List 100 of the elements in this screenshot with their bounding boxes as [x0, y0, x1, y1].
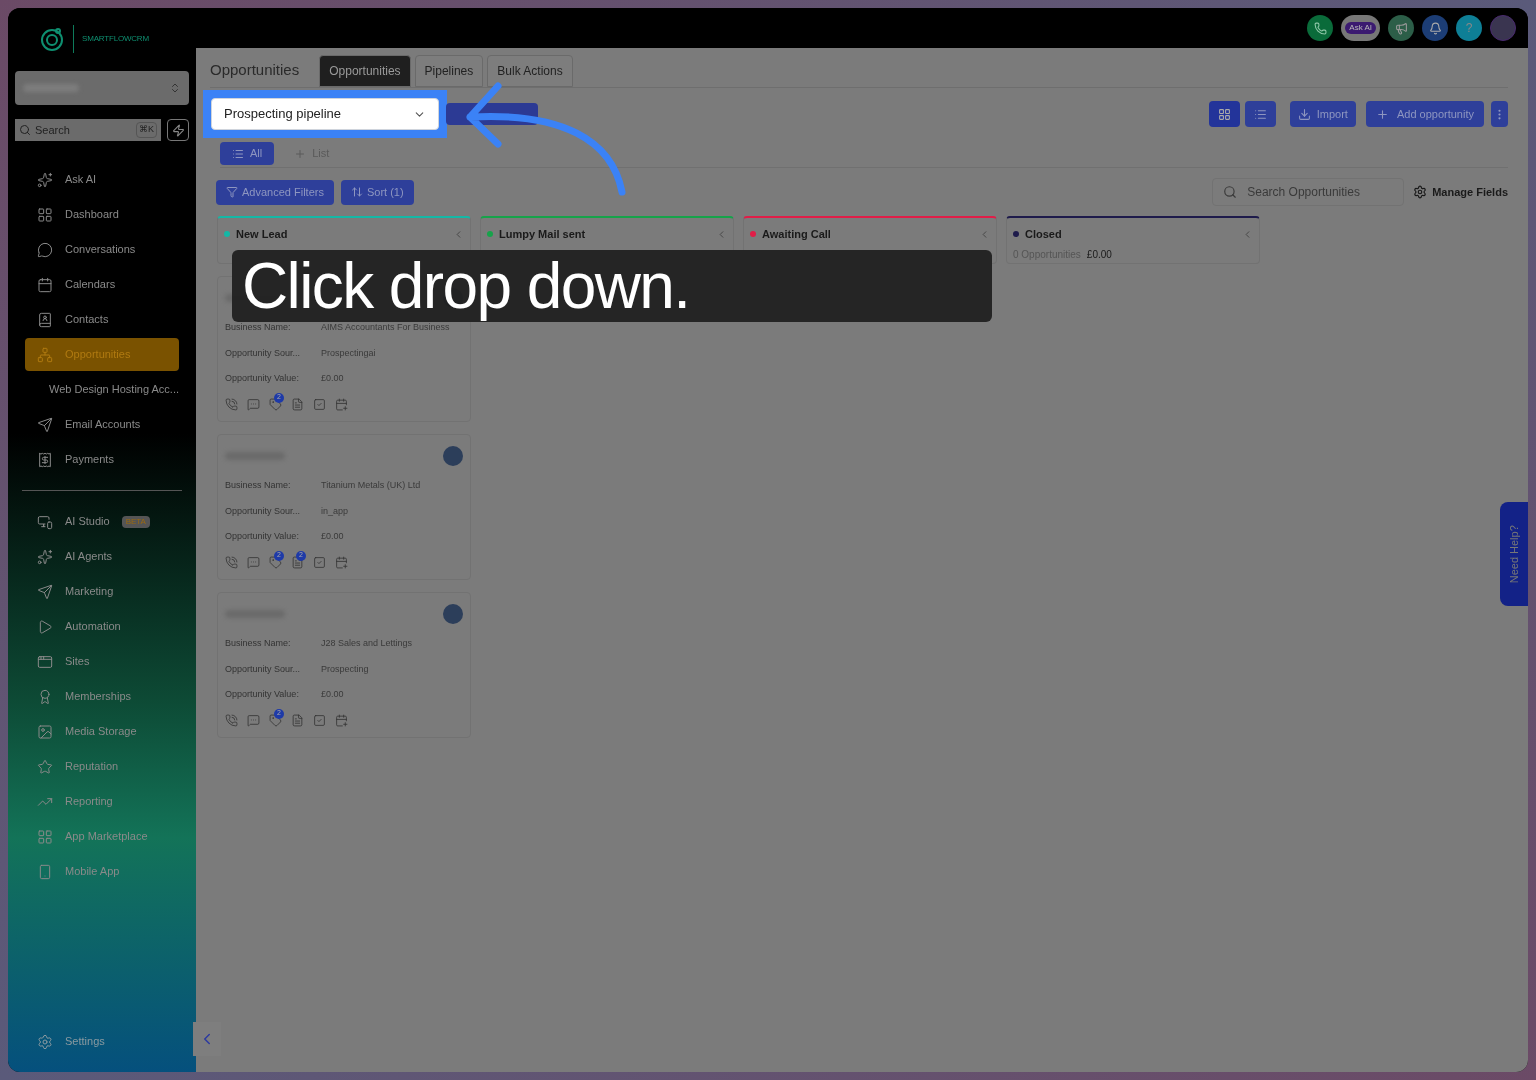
document-icon[interactable] [291, 397, 304, 411]
nav-item[interactable]: AI Agents [25, 540, 179, 573]
settings-icon [37, 1033, 53, 1050]
column-title: Closed [1025, 227, 1063, 242]
phone-icon[interactable] [225, 713, 238, 727]
star-icon [37, 758, 53, 775]
list-icon [232, 147, 244, 160]
nav-item[interactable]: Reputation [25, 750, 179, 783]
tab[interactable]: Bulk Actions [487, 55, 573, 87]
tag-icon[interactable] [269, 397, 282, 411]
nav-item[interactable]: Web Design Hosting Acc... [25, 373, 179, 406]
nav-item[interactable]: Ask AI [25, 163, 179, 196]
list-tab[interactable]: All [220, 142, 275, 165]
page-title: Opportunities [210, 59, 300, 80]
image-icon [37, 723, 53, 740]
nav-item[interactable]: Payments [25, 443, 179, 476]
document-icon[interactable] [291, 555, 304, 569]
nav-item[interactable]: Automation [25, 610, 179, 643]
announcements-button[interactable] [1388, 15, 1414, 41]
network-icon [37, 346, 53, 363]
quick-action-button[interactable] [167, 119, 189, 141]
nav-item[interactable]: Marketing [25, 575, 179, 608]
nav-item[interactable]: Sites [25, 645, 179, 678]
download-icon [1297, 107, 1311, 121]
nav-item[interactable]: Memberships [25, 680, 179, 713]
field-label: Opportunity Value: [225, 530, 300, 543]
chat-icon [37, 241, 53, 258]
field-label: Opportunity Sour... [225, 662, 302, 676]
notifications-button[interactable] [1422, 15, 1448, 41]
sort-icon [350, 186, 363, 198]
calendar-icon[interactable] [335, 397, 348, 411]
nav-label: Automation [65, 619, 121, 635]
filter-icon [226, 186, 238, 198]
account-switcher[interactable] [15, 71, 189, 105]
manage-fields-button[interactable]: Manage Fields [1413, 183, 1508, 201]
advanced-filters-button[interactable]: Advanced Filters [216, 179, 334, 205]
phone-icon[interactable] [225, 555, 238, 569]
nav-label: Mobile App [65, 864, 120, 880]
column-value: £0.00 [1086, 247, 1112, 262]
need-help-tab[interactable]: Need Help? [1500, 502, 1528, 606]
chat-icon[interactable] [247, 713, 260, 727]
nav-item[interactable]: AI Studio BETA [25, 505, 179, 538]
tab[interactable]: Pipelines [414, 55, 484, 87]
field-label: Opportunity Value: [225, 372, 300, 385]
plus-icon [1375, 107, 1389, 121]
logo-icon [39, 26, 66, 52]
tag-icon[interactable] [269, 713, 282, 727]
pipeline-dropdown[interactable]: Prospecting pipeline [211, 98, 439, 130]
calendar-icon[interactable] [335, 555, 348, 569]
chat-icon[interactable] [247, 555, 260, 569]
tag-icon[interactable] [269, 555, 282, 569]
grid-icon [37, 206, 53, 223]
award-icon [37, 688, 53, 705]
call-button[interactable] [1307, 15, 1334, 41]
add-opportunity-button[interactable]: Add opportunity [1365, 101, 1484, 127]
chat-icon[interactable] [247, 397, 260, 411]
field-value: Prospecting [321, 662, 369, 676]
checkbox-icon[interactable] [313, 555, 326, 569]
document-icon[interactable] [291, 713, 304, 727]
gear-icon [1413, 185, 1428, 199]
nav-label: Sites [65, 654, 90, 670]
nav-item[interactable]: Conversations [25, 233, 179, 266]
calendar-icon[interactable] [335, 713, 348, 727]
ask-ai-button[interactable]: Ask AI [1341, 15, 1380, 41]
sparkles-icon [37, 171, 53, 188]
field-label: Opportunity Sour... [225, 346, 302, 360]
sort-button[interactable]: Sort (1) [340, 179, 414, 205]
nav-item[interactable]: Calendars [25, 268, 179, 301]
field-value: Prospectingai [321, 346, 376, 360]
beta-badge: BETA [121, 515, 150, 528]
paper-plane-icon [37, 416, 53, 433]
contact-book-icon [37, 311, 53, 328]
nav-label: Conversations [65, 242, 136, 258]
paper-plane-icon [37, 583, 53, 600]
import-button[interactable]: Import [1289, 101, 1356, 127]
nav-item[interactable]: Email Accounts [25, 408, 179, 441]
nav-label: AI Agents [65, 549, 113, 565]
checkbox-icon[interactable] [313, 713, 326, 727]
tab[interactable]: Opportunities [319, 55, 411, 87]
list-view-button[interactable] [1244, 101, 1276, 127]
nav-label: App Marketplace [65, 829, 148, 845]
search-icon [19, 124, 31, 136]
nav-item[interactable]: Media Storage [25, 715, 179, 748]
lightning-icon [171, 123, 185, 137]
settings-item[interactable]: Settings [25, 1025, 179, 1058]
nav-item[interactable]: Contacts [25, 303, 179, 336]
calendar-icon [37, 276, 53, 293]
shortcut-key: ⌘K [136, 122, 157, 138]
checkbox-icon[interactable] [313, 397, 326, 411]
grid-icon [1217, 107, 1231, 121]
sparkles-icon [37, 548, 53, 565]
nav-label: AI Studio [65, 514, 110, 530]
nav-item[interactable]: Dashboard [25, 198, 179, 231]
more-button[interactable] [1491, 101, 1508, 127]
search-field[interactable]: Search Opportunities [1212, 178, 1405, 206]
search-field[interactable]: Search ⌘K [15, 119, 161, 141]
nav-label: Payments [65, 452, 114, 468]
phone-icon[interactable] [225, 397, 238, 411]
grid-view-button[interactable] [1208, 101, 1240, 127]
instruction-tooltip: Click drop down. [232, 250, 992, 322]
